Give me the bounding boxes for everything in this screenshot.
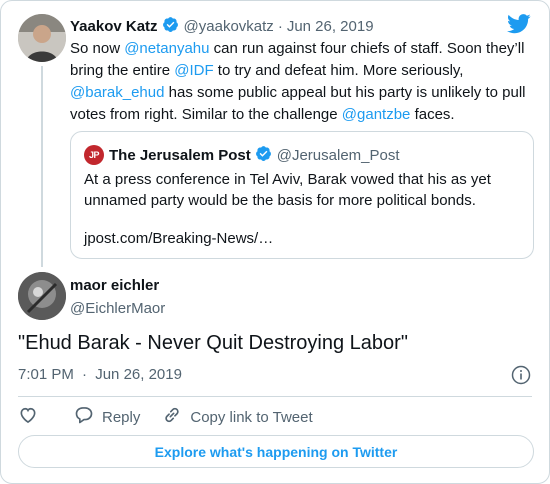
quoted-author-name[interactable]: The Jerusalem Post bbox=[109, 147, 251, 164]
separator-dot: · bbox=[82, 366, 88, 383]
main-tweet-author: maor eichler @EichlerMaor bbox=[70, 277, 165, 317]
tweet-text-segment: faces. bbox=[410, 106, 455, 123]
quoted-tweet[interactable]: JP The Jerusalem Post @Jerusalem_Post At… bbox=[70, 131, 534, 259]
copy-link-label: Copy link to Tweet bbox=[190, 408, 313, 426]
tweet-date: Jun 26, 2019 bbox=[95, 366, 182, 383]
tweet-embed-card: Yaakov Katz @yaakovkatz · Jun 26, 2019 S… bbox=[0, 0, 550, 484]
info-icon[interactable] bbox=[511, 365, 531, 390]
link-icon bbox=[162, 405, 190, 429]
mention-link[interactable]: @gantzbe bbox=[342, 106, 411, 123]
like-button[interactable] bbox=[18, 405, 46, 429]
quoted-tweet-link[interactable]: jpost.com/Breaking-News/… bbox=[84, 230, 273, 247]
quoted-author-handle[interactable]: @Jerusalem_Post bbox=[277, 147, 400, 164]
author-handle[interactable]: @EichlerMaor bbox=[70, 300, 165, 317]
explore-twitter-button[interactable]: Explore what's happening on Twitter bbox=[18, 435, 534, 468]
reply-button[interactable]: Reply bbox=[74, 405, 140, 429]
tweet-date[interactable]: Jun 26, 2019 bbox=[287, 18, 374, 35]
mention-link[interactable]: @netanyahu bbox=[124, 40, 209, 57]
maor-eichler-avatar[interactable] bbox=[18, 272, 66, 320]
main-tweet-text: "Ehud Barak - Never Quit Destroying Labo… bbox=[18, 332, 408, 354]
separator-dot: · bbox=[277, 18, 283, 35]
author-name[interactable]: Yaakov Katz bbox=[70, 18, 158, 35]
tweet-actions: Reply Copy link to Tweet bbox=[18, 405, 335, 429]
tweet-text-segment: to try and defeat him. More seriously, bbox=[213, 62, 464, 79]
reply-label: Reply bbox=[102, 408, 141, 426]
mention-link[interactable]: @barak_ehud bbox=[70, 84, 164, 101]
divider bbox=[18, 396, 532, 397]
quoted-tweet-text: At a press conference in Tel Aviv, Barak… bbox=[84, 171, 491, 209]
copy-link-button[interactable]: Copy link to Tweet bbox=[162, 405, 313, 429]
jerusalem-post-avatar[interactable]: JP bbox=[84, 145, 104, 165]
first-tweet-text: So now @netanyahu can run against four c… bbox=[70, 38, 530, 126]
thread-connector-line bbox=[41, 66, 43, 267]
tweet-time: 7:01 PM bbox=[18, 366, 74, 383]
heart-icon bbox=[18, 405, 46, 429]
author-handle[interactable]: @yaakovkatz bbox=[184, 18, 274, 35]
verified-badge-icon bbox=[255, 145, 272, 166]
mention-link[interactable]: @IDF bbox=[174, 62, 213, 79]
yaakov-katz-avatar[interactable] bbox=[18, 14, 66, 62]
tweet-text-segment: So now bbox=[70, 40, 125, 57]
first-tweet-header: Yaakov Katz @yaakovkatz · Jun 26, 2019 bbox=[70, 16, 374, 37]
quoted-tweet-header: The Jerusalem Post @Jerusalem_Post bbox=[109, 145, 400, 166]
author-name[interactable]: maor eichler bbox=[70, 277, 165, 294]
twitter-bird-icon[interactable] bbox=[507, 14, 531, 39]
tweet-timestamp[interactable]: 7:01 PM · Jun 26, 2019 bbox=[18, 366, 182, 383]
verified-badge-icon bbox=[162, 16, 179, 37]
reply-icon bbox=[74, 405, 102, 429]
